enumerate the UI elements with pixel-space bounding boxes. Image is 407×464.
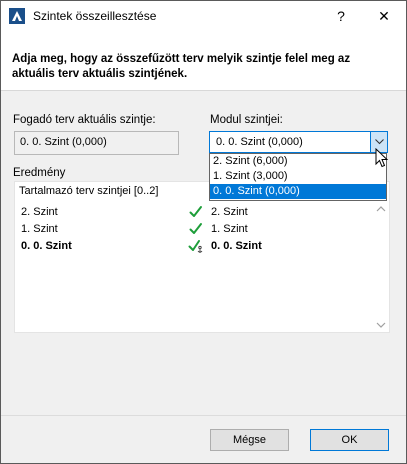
check-icon	[189, 223, 202, 234]
check-anchor-icon	[188, 240, 203, 253]
dialog-title: Szintek összeillesztése	[33, 9, 157, 23]
host-level-label: Fogadó terv aktuális szintje:	[13, 114, 156, 126]
result-label: Eredmény	[13, 167, 66, 179]
module-levels-selected: 0. 0. Szint (0,000)	[216, 136, 303, 148]
row-left-level: 0. 0. Szint	[21, 240, 72, 252]
list-column-header: Tartalmazó terv szintjei [0..2]	[19, 185, 159, 197]
chevron-down-icon	[374, 139, 384, 145]
dropdown-option[interactable]: 1. Szint (3,000)	[210, 169, 386, 184]
row-right-level: 2. Szint	[211, 206, 248, 218]
module-levels-select[interactable]: 0. 0. Szint (0,000)	[209, 131, 388, 153]
ok-button[interactable]: OK	[310, 429, 389, 451]
list-item[interactable]: 2. Szint 2. Szint	[15, 204, 375, 221]
row-left-level: 1. Szint	[21, 223, 58, 235]
row-right-level: 0. 0. Szint	[211, 240, 262, 252]
cancel-button[interactable]: Mégse	[210, 429, 289, 451]
result-list[interactable]: Tartalmazó terv szintjei [0..2] 2. Szint…	[14, 181, 390, 333]
help-button[interactable]: ?	[319, 1, 363, 31]
help-icon: ?	[337, 8, 345, 24]
mouse-cursor-icon	[375, 148, 389, 168]
dropdown-option-selected[interactable]: 0. 0. Szint (0,000)	[210, 184, 386, 199]
archicad-icon	[9, 8, 25, 24]
row-right-level: 1. Szint	[211, 223, 248, 235]
dialog-window: Szintek összeillesztése ? ✕ Adja meg, ho…	[0, 0, 407, 464]
row-left-level: 2. Szint	[21, 206, 58, 218]
list-item[interactable]: 1. Szint 1. Szint	[15, 221, 375, 238]
module-levels-dropdown: 2. Szint (6,000) 1. Szint (3,000) 0. 0. …	[209, 153, 387, 201]
close-button[interactable]: ✕	[362, 1, 406, 31]
scroll-up-icon[interactable]	[376, 205, 386, 213]
check-icon	[189, 206, 202, 217]
title-bar: Szintek összeillesztése ? ✕	[1, 1, 406, 31]
module-levels-label: Modul szintjei:	[210, 114, 283, 126]
dropdown-option[interactable]: 2. Szint (6,000)	[210, 154, 386, 169]
list-item[interactable]: 0. 0. Szint 0. 0. Szint	[15, 238, 375, 255]
scroll-down-icon[interactable]	[376, 321, 386, 329]
instruction-text: Adja meg, hogy az összefűzött terv melyi…	[12, 53, 351, 80]
close-icon: ✕	[378, 7, 390, 24]
host-level-field: 0. 0. Szint (0,000)	[14, 131, 179, 155]
